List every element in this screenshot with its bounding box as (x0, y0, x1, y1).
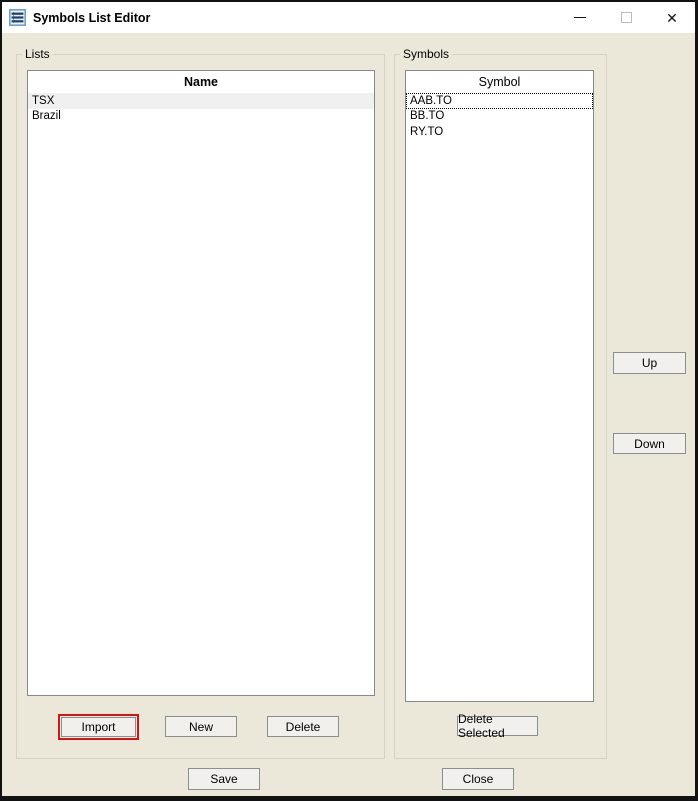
save-button[interactable]: Save (188, 768, 260, 790)
minimize-icon (574, 17, 586, 18)
down-button[interactable]: Down (613, 433, 686, 454)
delete-selected-button[interactable]: Delete Selected (457, 716, 538, 736)
list-icon (9, 9, 26, 26)
minimize-button[interactable] (557, 2, 603, 33)
lists-table-header-name: Name (28, 71, 374, 93)
titlebar: Symbols List Editor ✕ (2, 2, 695, 33)
maximize-button (603, 2, 649, 33)
up-button[interactable]: Up (613, 352, 686, 374)
symbols-groupbox: Symbols Symbol AAB.TO BB.TO RY.TO (394, 54, 607, 759)
lists-table[interactable]: Name TSX Brazil (27, 70, 375, 696)
symbols-table[interactable]: Symbol AAB.TO BB.TO RY.TO (405, 70, 594, 702)
window-controls: ✕ (557, 2, 695, 33)
window-title: Symbols List Editor (33, 11, 150, 25)
symbol-row-aab-to[interactable]: AAB.TO (406, 93, 593, 109)
new-button[interactable]: New (165, 716, 237, 737)
symbol-row-ry-to[interactable]: RY.TO (406, 124, 593, 140)
list-row-brazil[interactable]: Brazil (28, 109, 374, 125)
import-button-highlight: Import (58, 714, 139, 740)
close-dialog-button[interactable]: Close (442, 768, 514, 790)
symbols-list-editor-window: Symbols List Editor ✕ Lists Name TSX Bra… (0, 0, 698, 801)
delete-button[interactable]: Delete (267, 716, 339, 737)
import-button[interactable]: Import (61, 717, 136, 737)
lists-groupbox: Lists Name TSX Brazil (16, 54, 385, 759)
symbols-group-label: Symbols (400, 47, 452, 61)
close-icon: ✕ (666, 11, 678, 25)
lists-group-label: Lists (22, 47, 53, 61)
list-row-tsx[interactable]: TSX (28, 93, 374, 109)
maximize-icon (621, 12, 632, 23)
close-button[interactable]: ✕ (649, 2, 695, 33)
symbol-row-bb-to[interactable]: BB.TO (406, 109, 593, 125)
symbols-table-header-symbol: Symbol (406, 71, 593, 93)
